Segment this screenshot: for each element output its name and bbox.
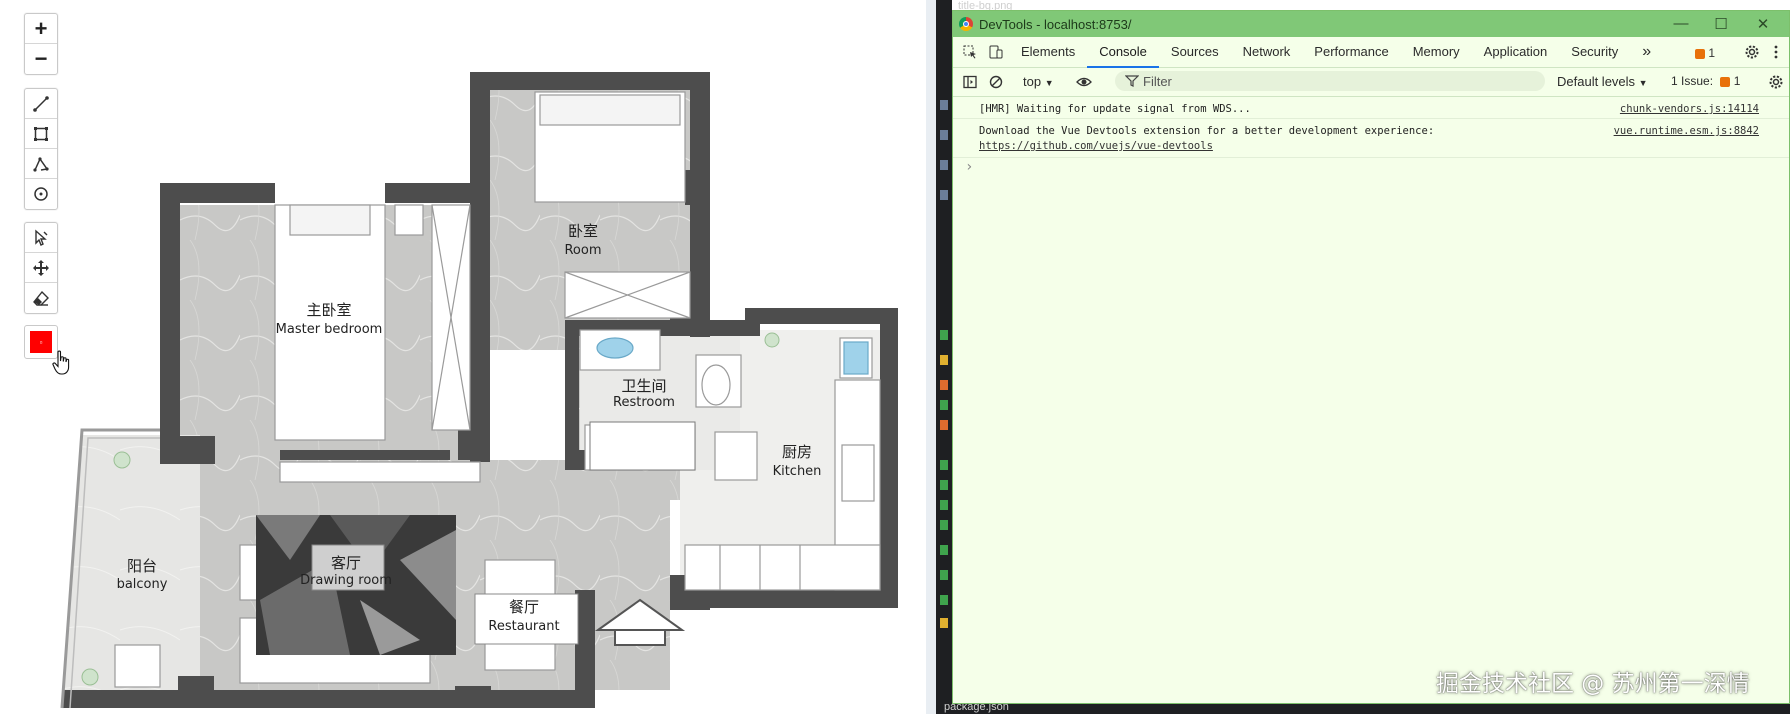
tab-memory[interactable]: Memory xyxy=(1401,37,1472,67)
issue-flag-icon xyxy=(1720,76,1731,87)
issues-button[interactable]: 1 Issue: 1 xyxy=(1671,74,1740,88)
zoom-out-label: − xyxy=(34,46,48,71)
inspect-icon xyxy=(963,45,976,59)
devtools-window: DevTools - localhost:8753/ — ☐ ✕ Element… xyxy=(952,10,1790,704)
map-app: 主卧室 Master bedroom 卧室 Room 卫生间 Restroom … xyxy=(0,0,926,714)
zoom-in-button[interactable]: + xyxy=(25,14,57,44)
issues-label: 1 Issue: xyxy=(1671,74,1714,88)
kebab-menu-icon xyxy=(1774,45,1778,59)
issues-counter[interactable]: 1 xyxy=(1695,46,1715,60)
gear-icon xyxy=(1745,45,1759,59)
balcony-cn: 阳台 xyxy=(127,557,157,575)
erase-button[interactable] xyxy=(25,283,57,313)
line-icon xyxy=(33,95,49,112)
devtools-titlebar[interactable]: DevTools - localhost:8753/ — ☐ ✕ xyxy=(953,11,1789,37)
gear-icon xyxy=(1769,75,1783,89)
rectangle-icon xyxy=(34,126,48,141)
console-message-link[interactable]: https://github.com/vuejs/vue-devtools xyxy=(979,140,1213,152)
restaurant-cn: 餐厅 xyxy=(509,598,539,616)
eraser-icon xyxy=(33,290,49,306)
tab-performance[interactable]: Performance xyxy=(1302,37,1400,67)
eye-icon xyxy=(1076,77,1092,87)
master-bedroom-cn: 主卧室 xyxy=(306,301,351,319)
tab-application[interactable]: Application xyxy=(1472,37,1560,67)
drawing-room-en: Drawing room xyxy=(300,573,392,588)
kitchen-en: Kitchen xyxy=(773,464,822,479)
filter-funnel-icon xyxy=(1125,75,1139,87)
more-options-button[interactable] xyxy=(1763,37,1789,67)
console-message: Download the Vue Devtools extension for … xyxy=(979,125,1435,137)
console-prompt[interactable]: › xyxy=(965,159,973,175)
tab-sources[interactable]: Sources xyxy=(1159,37,1231,67)
filter-input[interactable]: Filter xyxy=(1115,71,1545,91)
hand-cursor-icon xyxy=(52,350,70,375)
window-title: DevTools - localhost:8753/ xyxy=(979,16,1132,32)
more-tabs-button[interactable]: » xyxy=(1630,37,1663,67)
sidebar-icon xyxy=(963,75,977,89)
room-en: Room xyxy=(564,243,601,258)
polygon-icon xyxy=(33,156,49,172)
clear-icon xyxy=(989,75,1003,89)
tab-elements[interactable]: Elements xyxy=(1009,37,1087,67)
balcony-en: balcony xyxy=(117,577,168,592)
drawing-room-cn: 客厅 xyxy=(331,554,361,572)
draw-polygon-button[interactable] xyxy=(25,149,57,179)
context-selector[interactable]: top ▼ xyxy=(1023,74,1054,89)
floor-plan[interactable]: 主卧室 Master bedroom 卧室 Room 卫生间 Restroom … xyxy=(0,0,926,714)
restroom-en: Restroom xyxy=(613,395,675,410)
sidebar-toggle-button[interactable] xyxy=(957,67,983,97)
room-cn: 卧室 xyxy=(568,222,598,240)
chrome-icon xyxy=(959,17,973,31)
zoom-out-button[interactable]: − xyxy=(25,44,57,74)
watermark: 掘金技术社区 @ 苏州第一深情 xyxy=(1436,671,1750,697)
issues-num: 1 xyxy=(1733,74,1741,88)
zoom-in-label: + xyxy=(34,15,48,41)
editor-sidebar xyxy=(936,0,952,714)
device-icon xyxy=(989,45,1003,59)
draw-rectangle-button[interactable] xyxy=(25,119,57,149)
issue-flag-icon xyxy=(1695,48,1705,59)
zoom-control: + − xyxy=(24,13,58,75)
inspect-element-button[interactable] xyxy=(957,37,983,67)
select-pointer-icon xyxy=(35,228,48,246)
devtools-tabbar: Elements Console Sources Network Perform… xyxy=(953,37,1789,68)
select-button[interactable] xyxy=(25,223,57,253)
circle-icon xyxy=(34,187,48,201)
filter-placeholder: Filter xyxy=(1143,73,1172,89)
draw-line-button[interactable] xyxy=(25,89,57,119)
restaurant-en: Restaurant xyxy=(488,619,559,634)
log-levels-dropdown[interactable]: Default levels ▼ xyxy=(1557,74,1648,89)
restroom-cn: 卫生间 xyxy=(621,377,666,395)
log-levels-value: Default levels xyxy=(1557,74,1636,89)
kitchen-cn: 厨房 xyxy=(782,443,812,461)
close-button[interactable]: ✕ xyxy=(1753,15,1773,33)
minimize-button[interactable]: — xyxy=(1671,15,1691,32)
console-message: [HMR] Waiting for update signal from WDS… xyxy=(979,103,1251,115)
color-swatch: ▫ xyxy=(30,331,52,353)
context-selector-value: top xyxy=(1023,74,1042,89)
edit-toolbar xyxy=(24,222,58,314)
live-expression-button[interactable] xyxy=(1071,67,1097,97)
maximize-button[interactable]: ☐ xyxy=(1711,15,1731,33)
caret-down-icon: ▼ xyxy=(1044,78,1054,88)
move-arrows-icon xyxy=(33,259,49,276)
issues-counter-value: 1 xyxy=(1708,46,1716,60)
device-toolbar-button[interactable] xyxy=(983,37,1009,67)
settings-button[interactable] xyxy=(1739,37,1765,67)
master-bedroom-en: Master bedroom xyxy=(276,322,383,337)
console-source-link[interactable]: vue.runtime.esm.js:8842 xyxy=(1614,125,1759,137)
move-button[interactable] xyxy=(25,253,57,283)
draw-toolbar xyxy=(24,88,58,210)
draw-circle-button[interactable] xyxy=(25,179,57,209)
tab-console[interactable]: Console xyxy=(1087,37,1159,68)
splitter[interactable] xyxy=(926,0,936,714)
clear-console-button[interactable] xyxy=(983,67,1009,97)
console-toolbar: top ▼ Filter Default levels ▼ 1 Issue: 1 xyxy=(953,68,1789,97)
tab-network[interactable]: Network xyxy=(1231,37,1303,67)
tab-security[interactable]: Security xyxy=(1559,37,1630,67)
console-source-link[interactable]: chunk-vendors.js:14114 xyxy=(1620,103,1759,115)
caret-down-icon: ▼ xyxy=(1638,78,1648,88)
console-settings-button[interactable] xyxy=(1763,67,1789,97)
